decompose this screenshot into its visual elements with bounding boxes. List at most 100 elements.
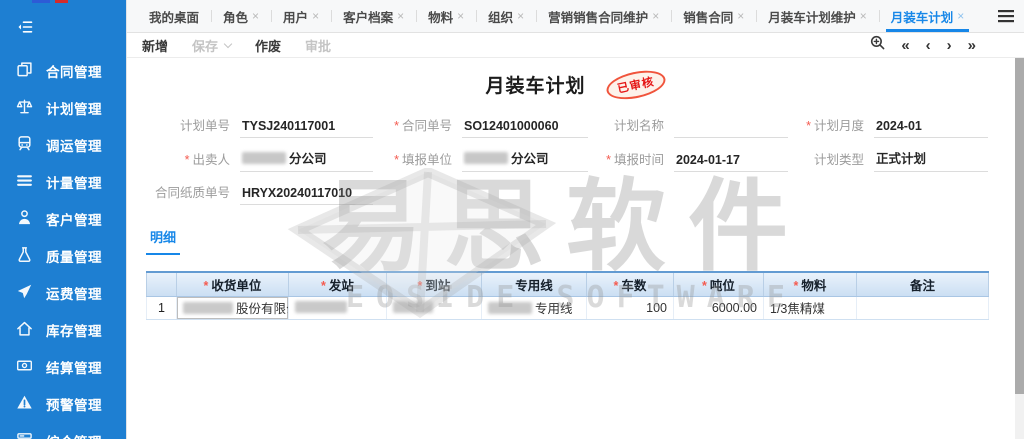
sidebar-item-plan[interactable]: 计划管理 [0,89,126,126]
sidebar-item-settlement[interactable]: 结算管理 [0,348,126,385]
add-button[interactable]: 新增 [142,36,168,55]
plan-month-field[interactable]: 2024-01 [874,119,988,138]
vertical-scrollbar[interactable] [1015,58,1024,439]
close-icon[interactable]: × [652,9,659,23]
close-icon[interactable]: × [312,9,319,23]
save-button[interactable]: 保存 [192,36,231,55]
sidebar-item-comprehensive[interactable]: 综合管理 [0,422,126,439]
close-icon[interactable]: × [860,9,867,23]
depart-station-cell[interactable] [289,296,387,319]
sidebar-item-dispatch[interactable]: 调运管理 [0,126,126,163]
col-consignee: *收货单位 [177,272,289,296]
first-page-icon[interactable]: « [901,38,909,53]
contract-no-field[interactable]: SO12401000060 [462,119,588,138]
close-icon[interactable]: × [252,9,259,23]
col-dedicated-line: 专用线 [482,272,587,296]
main-area: 我的桌面 角色 × 用户 × 客户档案 × 物料 × 组织 × [126,0,1024,439]
sidebar-item-customer[interactable]: 客户管理 [0,200,126,237]
tab-monthly-loading-plan-maint[interactable]: 月装车计划维护 × [756,0,879,32]
close-icon[interactable]: × [457,9,464,23]
app-window: 合同管理 计划管理 调运管理 [0,0,1024,439]
send-icon [16,283,33,303]
material-cell[interactable]: 1/3焦精煤 [764,296,857,319]
sidebar-item-label: 客户管理 [46,209,102,229]
sidebar-item-freight[interactable]: 运费管理 [0,274,126,311]
col-row-no [147,272,177,296]
col-arrive-station: *到站 [387,272,482,296]
redacted-text [295,301,347,313]
field-label-plan-no: 计划单号 [146,115,240,138]
collapse-menu-icon[interactable] [0,4,126,52]
table-row: 1 股份有限公 专用线 100 6000.00 1/3焦精煤 [147,296,989,319]
void-button[interactable]: 作废 [255,36,281,55]
sidebar-item-label: 库存管理 [46,320,102,340]
page-title: 月装车计划 [486,76,586,97]
report-time-field[interactable]: 2024-01-17 [674,153,788,172]
banknote-icon [16,357,33,377]
col-remark: 备注 [857,272,989,296]
col-tonnage: *吨位 [674,272,764,296]
sidebar-item-quality[interactable]: 质量管理 [0,237,126,274]
seller-field[interactable]: 分公司 [240,148,373,172]
tab-marketing-contract-maint[interactable]: 营销销售合同维护 × [536,0,671,32]
tab-material[interactable]: 物料 × [416,0,476,32]
close-icon[interactable]: × [517,9,524,23]
plan-no-field[interactable]: TYSJ240117001 [240,119,373,138]
sidebar-item-label: 质量管理 [46,246,102,266]
field-label-seller: *出卖人 [146,149,240,172]
remark-cell[interactable] [857,296,989,319]
sidebar-item-label: 结算管理 [46,357,102,377]
chevron-down-icon[interactable] [224,39,232,47]
plan-name-field[interactable] [674,121,788,138]
tab-customer-archive[interactable]: 客户档案 × [331,0,416,32]
scrollbar-thumb[interactable] [1015,58,1024,394]
tab-user[interactable]: 用户 × [271,0,331,32]
sidebar-item-contract[interactable]: 合同管理 [0,52,126,89]
train-icon [16,135,33,155]
consignee-cell[interactable]: 股份有限公 [177,296,289,319]
sidebar-item-alert[interactable]: 预警管理 [0,385,126,422]
close-icon[interactable]: × [957,9,964,23]
field-label-paper-contract-no: 合同纸质单号 [146,182,240,205]
tonnage-cell[interactable]: 6000.00 [674,296,764,319]
hamburger-menu-icon[interactable] [998,9,1014,28]
sidebar-item-measure[interactable]: 计量管理 [0,163,126,200]
tab-bar: 我的桌面 角色 × 用户 × 客户档案 × 物料 × 组织 × [127,0,1024,33]
tab-detail[interactable]: 明细 [146,227,180,255]
redacted-text [183,302,233,314]
field-label-report-unit: *填报单位 [385,149,462,172]
zoom-in-icon[interactable] [870,35,885,55]
tab-sales-contract[interactable]: 销售合同 × [671,0,756,32]
tab-monthly-loading-plan[interactable]: 月装车计划 × [879,0,977,32]
redacted-text [242,152,286,164]
approve-button[interactable]: 审批 [305,36,331,55]
table-header-row: *收货单位 *发站 *到站 专用线 *车数 *吨位 *物料 备注 [147,272,989,296]
sidebar-item-label: 综合管理 [46,431,102,439]
prev-page-icon[interactable]: ‹ [926,38,931,53]
tab-my-desktop[interactable]: 我的桌面 [137,0,211,32]
close-icon[interactable]: × [397,9,404,23]
redacted-text [393,301,433,313]
col-car-count: *车数 [587,272,674,296]
row-no-cell: 1 [147,296,177,319]
plan-type-field[interactable]: 正式计划 [874,148,988,172]
sidebar-item-label: 计划管理 [46,98,102,118]
sidebar-item-label: 计量管理 [46,172,102,192]
car-count-cell[interactable]: 100 [587,296,674,319]
sidebar-item-inventory[interactable]: 库存管理 [0,311,126,348]
detail-table: *收货单位 *发站 *到站 专用线 *车数 *吨位 *物料 备注 1 股份有限公 [146,271,989,320]
paper-contract-no-field[interactable]: HRYX20240117010 [240,186,373,205]
dedicated-line-cell[interactable]: 专用线 [482,296,587,319]
next-page-icon[interactable]: › [947,38,952,53]
arrive-station-cell[interactable] [387,296,482,319]
close-icon[interactable]: × [737,9,744,23]
sidebar-item-label: 调运管理 [46,135,102,155]
tab-role[interactable]: 角色 × [211,0,271,32]
report-unit-field[interactable]: 分公司 [462,148,588,172]
col-material: *物料 [764,272,857,296]
server-icon [16,431,33,439]
col-depart-station: *发站 [289,272,387,296]
last-page-icon[interactable]: » [968,38,976,53]
tab-organization[interactable]: 组织 × [476,0,536,32]
field-label-plan-name: 计划名称 [600,115,674,138]
